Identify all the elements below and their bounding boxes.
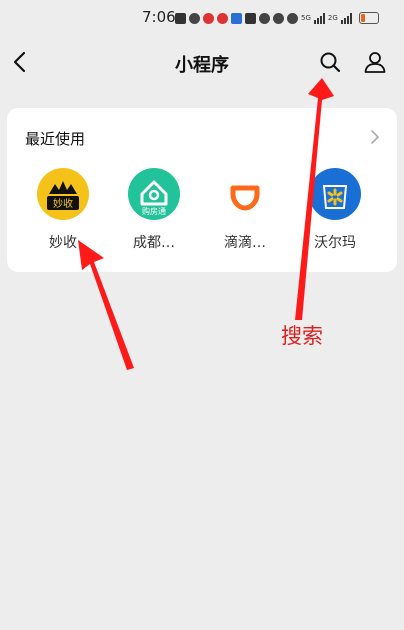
annotation-arrows — [78, 78, 334, 370]
battery-icon — [358, 12, 379, 24]
recent-used-title: 最近使用 — [25, 130, 86, 148]
didi-icon — [219, 168, 271, 220]
search-button[interactable] — [318, 50, 342, 74]
status-time: 7:06 — [142, 8, 176, 26]
miaoshou-icon: 妙收 — [37, 168, 89, 220]
annotation-search-label: 搜索 — [281, 324, 323, 348]
top-bar: 小程序 — [0, 40, 404, 84]
weibo-icon — [217, 12, 228, 24]
walmart-logo — [322, 185, 348, 209]
gouf-logo: 购房通 — [140, 180, 168, 216]
status-bar: 7:06 5G 2G — [0, 0, 404, 36]
mini-app-walmart[interactable]: 沃尔玛 — [293, 168, 373, 258]
app-notification-icon — [189, 12, 200, 24]
profile-button[interactable] — [363, 50, 387, 74]
signal-icon — [313, 12, 325, 24]
network-type-5g: 5G — [301, 13, 311, 22]
app-label: 妙收 — [49, 235, 77, 251]
recent-more-button[interactable] — [369, 129, 381, 145]
recent-used-card: 最近使用 妙收 妙收 购房通 成都… 滴滴… 沃尔玛 — [7, 108, 397, 272]
didi-logo — [230, 185, 260, 211]
mute-icon — [273, 12, 284, 24]
gouf-logo-text: 购房通 — [142, 206, 166, 216]
app-notification-icon — [231, 12, 242, 24]
signal-icon — [340, 12, 352, 24]
search-icon — [320, 52, 341, 73]
gallery-icon — [175, 12, 186, 24]
miaoshou-logo: 妙收 — [47, 181, 79, 210]
bluetooth-icon — [259, 12, 270, 24]
mini-app-didi[interactable]: 滴滴… — [203, 168, 283, 258]
app-label: 沃尔玛 — [314, 235, 356, 251]
nfc-icon — [245, 12, 256, 24]
page-title: 小程序 — [175, 55, 229, 76]
miaoshou-logo-text: 妙收 — [53, 197, 73, 210]
mini-app-chengdu[interactable]: 购房通 成都… — [112, 168, 192, 258]
house-icon: 购房通 — [128, 168, 180, 220]
app-label: 成都… — [133, 235, 175, 251]
weibo-icon — [203, 12, 214, 24]
walmart-icon — [309, 168, 361, 220]
user-icon — [364, 52, 386, 73]
wifi-icon — [287, 12, 298, 24]
chevron-right-icon — [371, 130, 379, 144]
network-type-2g: 2G — [327, 13, 338, 22]
app-label: 滴滴… — [224, 235, 266, 251]
status-icons: 5G 2G — [175, 10, 379, 26]
mini-app-miaoshou[interactable]: 妙收 妙收 — [21, 168, 101, 258]
